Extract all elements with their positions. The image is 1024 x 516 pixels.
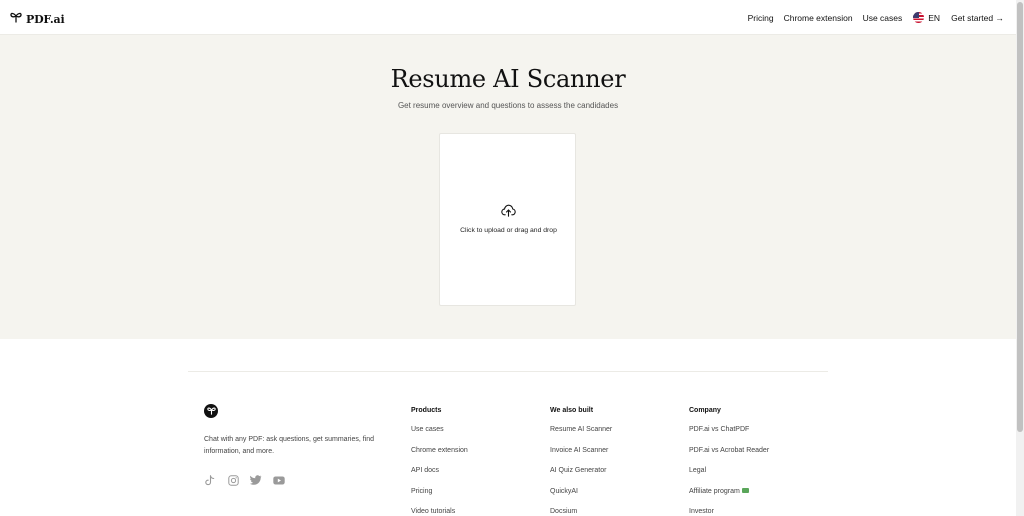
top-navbar: PDF.ai Pricing Chrome extension Use case… bbox=[0, 0, 1016, 35]
language-selector[interactable]: EN bbox=[913, 12, 940, 23]
money-icon bbox=[741, 488, 749, 494]
nav-use-cases-link[interactable]: Use cases bbox=[863, 13, 903, 23]
nav-pricing-link[interactable]: Pricing bbox=[748, 13, 774, 23]
upload-instructions: Click to upload or drag and drop bbox=[460, 227, 557, 234]
get-started-button[interactable]: Get started → bbox=[951, 13, 1004, 23]
footer-divider bbox=[188, 371, 828, 372]
footer-link-affiliate-program[interactable]: Affiliate program bbox=[689, 482, 809, 503]
twitter-icon[interactable] bbox=[249, 474, 263, 486]
hero-section: Resume AI Scanner Get resume overview an… bbox=[0, 35, 1016, 339]
footer-link-resume-ai-scanner[interactable]: Resume AI Scanner bbox=[550, 420, 670, 441]
footer-link-invoice-ai-scanner[interactable]: Invoice AI Scanner bbox=[550, 441, 670, 462]
logo-link[interactable]: PDF.ai bbox=[10, 10, 65, 28]
footer-link-ai-quiz-generator[interactable]: AI Quiz Generator bbox=[550, 461, 670, 482]
affiliate-program-label: Affiliate program bbox=[689, 487, 740, 495]
language-label: EN bbox=[928, 12, 941, 23]
footer-link-investor[interactable]: Investor bbox=[689, 502, 809, 516]
page: PDF.ai Pricing Chrome extension Use case… bbox=[0, 0, 1016, 516]
footer-link-quickyai[interactable]: QuickyAI bbox=[550, 482, 670, 503]
footer-link-pdfai-vs-chatpdf[interactable]: PDF.ai vs ChatPDF bbox=[689, 420, 809, 441]
footer-column-company: Company PDF.ai vs ChatPDF PDF.ai vs Acro… bbox=[689, 407, 809, 516]
footer-link-use-cases[interactable]: Use cases bbox=[411, 420, 531, 441]
us-flag-icon bbox=[913, 12, 925, 23]
footer-link-chrome-extension[interactable]: Chrome extension bbox=[411, 441, 531, 462]
footer-logo-icon[interactable] bbox=[204, 404, 218, 418]
footer-link-video-tutorials[interactable]: Video tutorials bbox=[411, 502, 531, 516]
footer-column-products: Products Use cases Chrome extension API … bbox=[411, 407, 531, 516]
youtube-icon[interactable] bbox=[272, 474, 286, 486]
upload-dropzone[interactable]: Click to upload or drag and drop bbox=[439, 133, 576, 306]
page-title: Resume AI Scanner bbox=[390, 65, 626, 93]
footer-heading-we-also-built: We also built bbox=[550, 407, 594, 414]
footer-heading-products: Products bbox=[411, 407, 442, 414]
footer-link-api-docs[interactable]: API docs bbox=[411, 461, 531, 482]
instagram-icon[interactable] bbox=[226, 474, 240, 486]
footer-link-docsium[interactable]: Docsium bbox=[550, 502, 670, 516]
pdfai-logo-icon bbox=[10, 10, 22, 28]
nav-chrome-extension-link[interactable]: Chrome extension bbox=[784, 13, 853, 23]
page-subtitle: Get resume overview and questions to ass… bbox=[397, 101, 619, 110]
footer-column-we-also-built: We also built Resume AI Scanner Invoice … bbox=[550, 407, 670, 516]
social-links bbox=[203, 474, 286, 486]
nav-links: Pricing Chrome extension Use cases EN Ge… bbox=[738, 0, 1004, 35]
scrollbar-thumb[interactable] bbox=[1017, 2, 1023, 432]
footer-link-legal[interactable]: Legal bbox=[689, 461, 809, 482]
footer-heading-company: Company bbox=[689, 407, 721, 414]
cloud-upload-icon bbox=[501, 204, 516, 222]
vertical-scrollbar[interactable] bbox=[1016, 0, 1024, 516]
tiktok-icon[interactable] bbox=[203, 474, 217, 486]
footer-link-pdfai-vs-acrobat[interactable]: PDF.ai vs Acrobat Reader bbox=[689, 441, 809, 462]
footer-description: Chat with any PDF: ask questions, get su… bbox=[204, 436, 375, 455]
logo-text: PDF.ai bbox=[26, 12, 65, 26]
footer-link-pricing[interactable]: Pricing bbox=[411, 482, 531, 503]
